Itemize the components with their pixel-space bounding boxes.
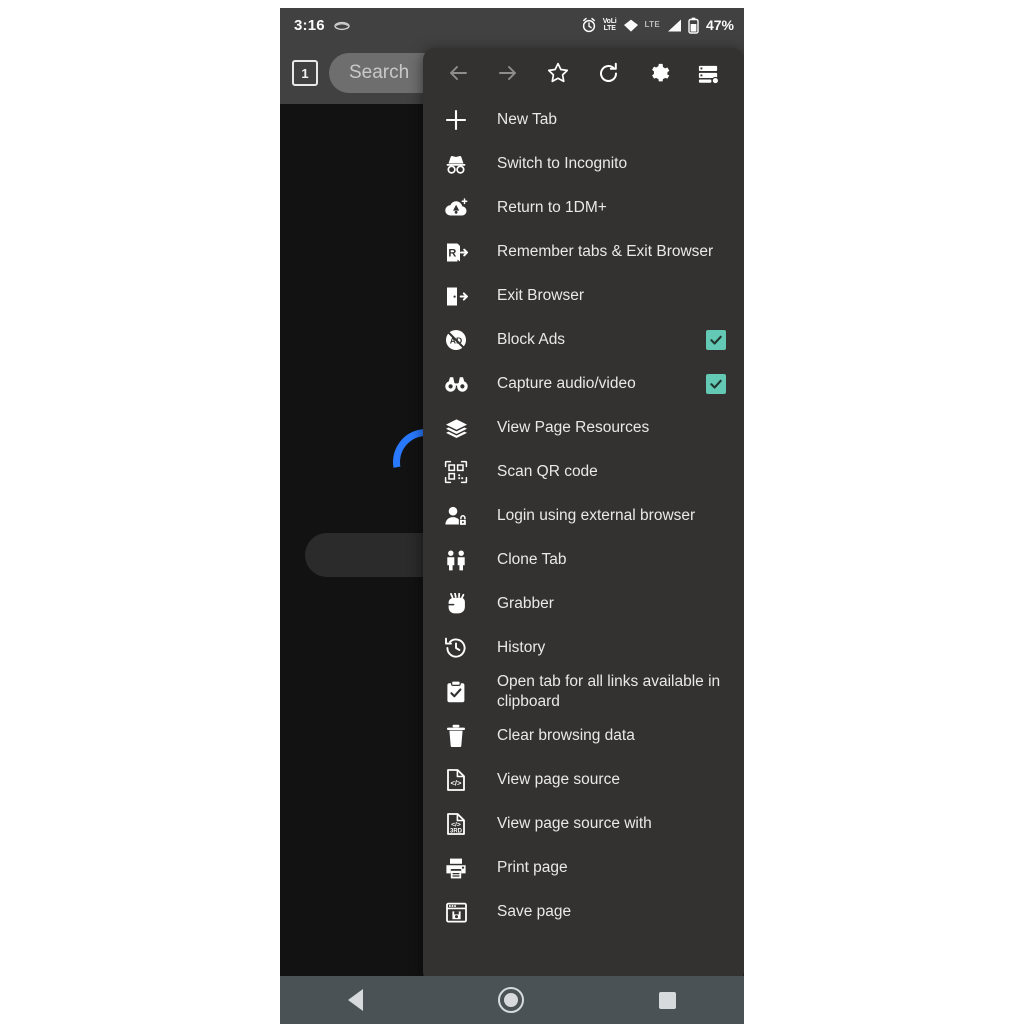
menu-item-history[interactable]: History <box>423 626 744 670</box>
person-lock-icon <box>441 505 471 528</box>
music-icon <box>334 18 350 32</box>
signal-icon <box>666 18 682 33</box>
binoculars-icon <box>441 374 471 394</box>
svg-text:</>: </> <box>451 779 463 788</box>
remember-tabs-exit-icon: R <box>441 241 471 264</box>
menu-item-view-page-resources[interactable]: View Page Resources <box>423 406 744 450</box>
no-ads-icon: AD <box>441 328 471 352</box>
save-window-icon <box>441 901 471 924</box>
menu-item-exit-browser[interactable]: Exit Browser <box>423 274 744 318</box>
nav-back-button[interactable] <box>347 989 363 1011</box>
menu-item-save-page[interactable]: Save page <box>423 890 744 934</box>
two-people-icon <box>441 549 471 572</box>
layers-icon <box>441 417 471 439</box>
menu-item-label: Clone Tab <box>497 551 567 568</box>
menu-item-label: Switch to Incognito <box>497 155 628 172</box>
bookmark-star-icon[interactable] <box>543 58 573 88</box>
volte-icon: VoLi LTE <box>602 18 617 32</box>
menu-item-print-page[interactable]: Print page <box>423 846 744 890</box>
lte-label: LTE <box>644 20 660 29</box>
menu-item-capture-audio-video[interactable]: Capture audio/video <box>423 362 744 406</box>
menu-item-label: View page source with <box>497 815 652 832</box>
history-clock-icon <box>441 636 471 660</box>
svg-text:R: R <box>448 247 456 259</box>
status-clock: 3:16 <box>294 16 325 34</box>
trash-icon <box>441 724 471 748</box>
menu-item-label: History <box>497 639 546 656</box>
menu-item-label: Remember tabs & Exit Browser <box>497 243 714 260</box>
menu-toolbar <box>423 48 744 98</box>
menu-item-label: Block Ads <box>497 331 566 348</box>
cloud-download-icon <box>441 197 471 219</box>
menu-item-open-tab-clipboard-links[interactable]: Open tab for all links available in clip… <box>423 670 744 714</box>
menu-item-label: View page source <box>497 771 620 788</box>
menu-item-block-ads[interactable]: AD Block Ads <box>423 318 744 362</box>
file-code-3rd-icon: </> 3RD <box>441 812 471 836</box>
menu-item-label: Grabber <box>497 595 554 612</box>
menu-item-label: Exit Browser <box>497 287 584 304</box>
menu-item-new-tab[interactable]: New Tab <box>423 98 744 142</box>
menu-item-label: View Page Resources <box>497 419 650 436</box>
menu-item-label: Print page <box>497 859 568 876</box>
wifi-icon <box>623 18 639 33</box>
battery-percent: 47% <box>705 17 734 33</box>
status-bar: 3:16 VoLi LTE LTE 47% <box>280 8 744 42</box>
tab-counter-button[interactable]: 1 <box>292 60 318 86</box>
menu-item-label: Return to 1DM+ <box>497 199 607 216</box>
nav-recents-button[interactable] <box>659 991 677 1009</box>
menu-item-label: Save page <box>497 903 572 920</box>
battery-icon <box>688 17 699 34</box>
server-list-icon[interactable] <box>694 58 724 88</box>
menu-item-view-page-source-with[interactable]: </> 3RD View page source with <box>423 802 744 846</box>
alarm-icon <box>581 17 597 33</box>
capture-audio-video-checkbox[interactable] <box>706 374 726 394</box>
menu-item-switch-to-incognito[interactable]: Switch to Incognito <box>423 142 744 186</box>
menu-item-label: Clear browsing data <box>497 727 635 744</box>
refresh-icon[interactable] <box>594 58 624 88</box>
clipboard-check-icon <box>441 680 471 704</box>
menu-item-grabber[interactable]: Grabber <box>423 582 744 626</box>
svg-text:3RD: 3RD <box>450 829 463 835</box>
nav-home-button[interactable] <box>497 987 524 1013</box>
screenshot-root: 3:16 VoLi LTE LTE 47% 1 Search New Tab S… <box>0 0 1024 1024</box>
menu-item-scan-qr-code[interactable]: Scan QR code <box>423 450 744 494</box>
menu-item-clone-tab[interactable]: Clone Tab <box>423 538 744 582</box>
file-code-icon: </> <box>441 768 471 792</box>
menu-item-view-page-source[interactable]: </> View page source <box>423 758 744 802</box>
menu-item-label: Login using external browser <box>497 507 696 524</box>
android-nav-bar <box>280 976 744 1024</box>
menu-item-label: Open tab for all links available in clip… <box>497 673 721 710</box>
menu-item-remember-tabs-exit[interactable]: R Remember tabs & Exit Browser <box>423 230 744 274</box>
gear-icon[interactable] <box>644 58 674 88</box>
phone-screen: 3:16 VoLi LTE LTE 47% 1 Search New Tab S… <box>280 8 744 1024</box>
back-icon[interactable] <box>443 58 473 88</box>
printer-icon <box>441 857 471 880</box>
menu-item-label: Capture audio/video <box>497 375 636 392</box>
status-right-icons: VoLi LTE LTE 47% <box>581 17 734 34</box>
block-ads-checkbox[interactable] <box>706 330 726 350</box>
exit-door-icon <box>441 285 471 308</box>
menu-item-login-external-browser[interactable]: Login using external browser <box>423 494 744 538</box>
browser-overflow-menu: New Tab Switch to Incognito Return to 1D… <box>423 48 744 984</box>
menu-item-clear-browsing-data[interactable]: Clear browsing data <box>423 714 744 758</box>
plus-icon <box>441 108 471 132</box>
qr-code-icon <box>441 460 471 484</box>
incognito-hat-icon <box>441 153 471 175</box>
menu-item-label: New Tab <box>497 111 558 128</box>
menu-item-return-to-1dm[interactable]: Return to 1DM+ <box>423 186 744 230</box>
fist-icon <box>441 592 471 616</box>
omnibox-placeholder: Search <box>349 62 410 83</box>
menu-item-label: Scan QR code <box>497 463 598 480</box>
forward-icon[interactable] <box>493 58 523 88</box>
svg-text:</>: </> <box>451 821 461 828</box>
